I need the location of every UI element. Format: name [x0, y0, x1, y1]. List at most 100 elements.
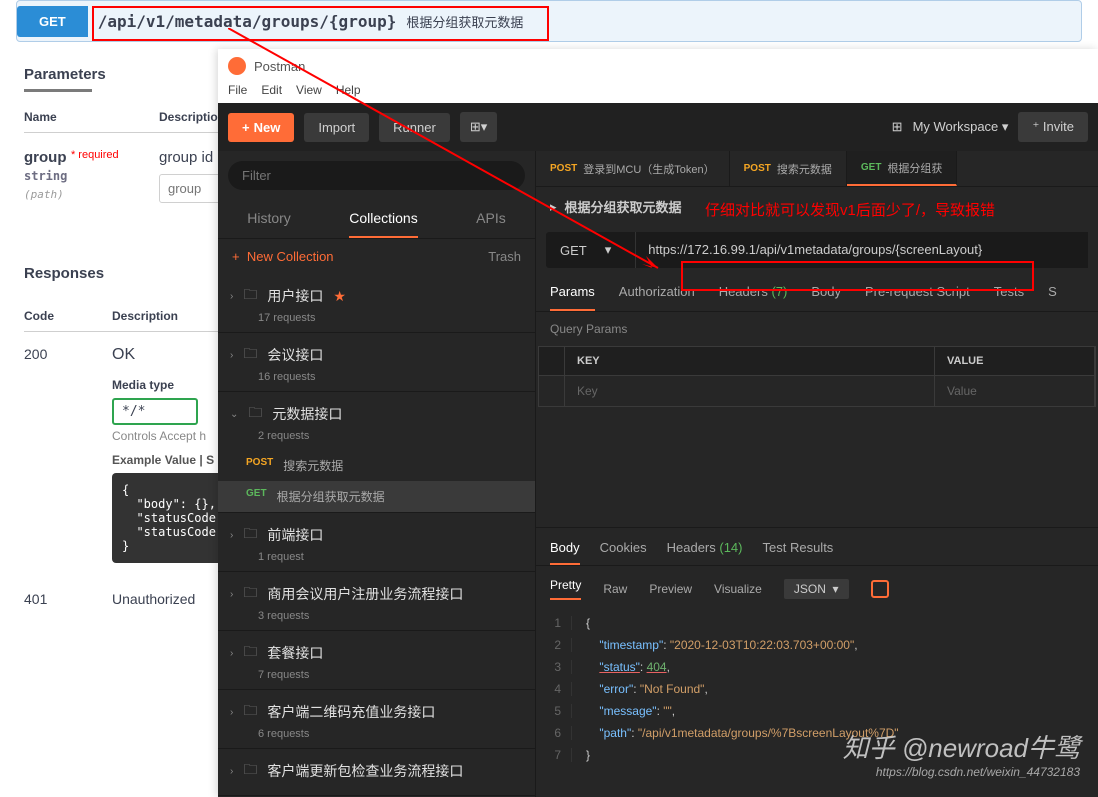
new-collection-button[interactable]: + New Collection — [232, 249, 334, 264]
request-name: 根据分组获取元数据 — [277, 488, 385, 505]
folder-icon: 🗀 — [243, 641, 257, 665]
folder-icon: 🗀 — [243, 523, 257, 547]
request-tab[interactable]: POST搜索元数据 — [730, 151, 847, 186]
resp-tab-tests[interactable]: Test Results — [763, 540, 834, 565]
visualize-button[interactable]: Visualize — [714, 582, 762, 596]
request-tabs: POST 登录到MCU（生成Token） POST搜索元数据GET根据分组获 — [536, 151, 1098, 187]
request-title: 根据分组获取元数据 — [565, 197, 682, 216]
new-button[interactable]: +New — [228, 113, 294, 142]
response-desc: Unauthorized — [112, 591, 195, 607]
grid-icon[interactable]: ⊞ — [892, 119, 903, 135]
tab-label: 搜索元数据 — [777, 161, 832, 177]
capture-button[interactable]: ⊞▾ — [460, 112, 497, 142]
folder-icon: 🗀 — [243, 582, 257, 606]
collection-name: 套餐接口 — [267, 643, 323, 663]
query-params-label: Query Params — [536, 312, 1098, 346]
collection-name: 前端接口 — [267, 525, 323, 545]
collection-name: 商用会议用户注册业务流程接口 — [267, 584, 463, 604]
wrap-icon[interactable] — [871, 580, 889, 598]
http-method-badge: GET — [17, 6, 88, 37]
window-title: Postman — [254, 59, 305, 74]
response-code-401: 401 — [24, 591, 112, 607]
collection-count: 17 requests — [258, 312, 535, 332]
subtab-settings[interactable]: S — [1048, 284, 1057, 311]
workspace-dropdown[interactable]: My Workspace ▾ — [913, 119, 1009, 135]
collection-count: 3 requests — [258, 610, 535, 630]
filter-input[interactable] — [228, 161, 525, 190]
param-type: string — [24, 169, 67, 183]
method-dropdown[interactable]: GET▾ — [546, 232, 635, 268]
collection-count: 2 requests — [258, 430, 535, 450]
collection-count: 1 request — [258, 551, 535, 571]
chevron-icon: › — [230, 648, 233, 659]
example-code: { "body": {}, "statusCode "statusCode } — [112, 473, 222, 563]
annotation-box-postman-url — [681, 261, 1034, 291]
[interactable]: File — [228, 83, 247, 103]
invite-button[interactable]: ⁺ Invite — [1018, 112, 1088, 142]
folder-icon: 🗀 — [243, 759, 257, 783]
trash-link[interactable]: Trash — [488, 249, 521, 264]
value-input[interactable]: Value — [935, 375, 1095, 406]
method-label: GET — [246, 488, 267, 505]
tab-collections[interactable]: Collections — [349, 200, 417, 238]
annotation-text: 仔细对比就可以发现v1后面少了/，导致报错 — [705, 200, 995, 223]
param-in: (path) — [24, 188, 64, 201]
runner-button[interactable]: Runner — [379, 113, 450, 142]
tab-history[interactable]: History — [247, 200, 291, 238]
folder-icon: 🗀 — [248, 402, 262, 426]
chevron-icon: › — [230, 530, 233, 541]
response-desc: OK — [112, 346, 222, 364]
media-hint: Controls Accept h — [112, 429, 222, 443]
preview-button[interactable]: Preview — [649, 582, 692, 596]
example-tabs[interactable]: Example Value | S — [112, 453, 222, 467]
request-name: 搜索元数据 — [283, 457, 343, 474]
tab-label: 根据分组获 — [887, 160, 942, 176]
response-code-200: 200 — [24, 346, 112, 563]
pretty-button[interactable]: Pretty — [550, 578, 581, 600]
chevron-icon: › — [230, 766, 233, 777]
resp-tab-body[interactable]: Body — [550, 540, 580, 565]
request-item[interactable]: GET 根据分组获取元数据 — [218, 481, 535, 512]
collection-name: 元数据接口 — [272, 404, 342, 424]
watermark: 知乎 @newroad牛鹭 https://blog.csdn.net/weix… — [843, 728, 1080, 779]
key-input[interactable]: Key — [565, 375, 935, 406]
code-line: 3 "status": 404, — [536, 656, 1098, 678]
menubar: File Edit View Help — [218, 83, 1098, 103]
collection-count — [258, 787, 535, 795]
request-item[interactable]: POST 搜索元数据 — [218, 450, 535, 481]
col-name: Name — [24, 110, 159, 124]
code-line: 2 "timestamp": "2020-12-03T10:22:03.703+… — [536, 634, 1098, 656]
collection-name: 用户接口 — [267, 286, 323, 306]
star-icon: ★ — [333, 288, 346, 305]
col-code: Code — [24, 309, 112, 323]
query-params-table: KEYVALUE KeyValue — [538, 346, 1096, 407]
request-tab[interactable]: GET根据分组获 — [847, 151, 958, 186]
code-line: 4 "error": "Not Found", — [536, 678, 1098, 700]
collection-count: 6 requests — [258, 728, 535, 748]
folder-icon: 🗀 — [243, 700, 257, 724]
resp-tab-cookies[interactable]: Cookies — [600, 540, 647, 565]
media-type-select[interactable]: */* — [112, 398, 198, 425]
tab-label: 登录到MCU（生成Token） — [583, 161, 714, 177]
collection-name: 客户端二维码充值业务接口 — [267, 702, 435, 722]
code-line: 5 "message": "", — [536, 700, 1098, 722]
chevron-icon: › — [230, 291, 233, 302]
raw-button[interactable]: Raw — [603, 582, 627, 596]
request-tab[interactable]: POST 登录到MCU（生成Token） — [536, 151, 730, 186]
collection-name: 客户端更新包检查业务流程接口 — [267, 761, 463, 781]
format-dropdown[interactable]: JSON ▾ — [784, 579, 849, 599]
method-label: POST — [246, 457, 273, 474]
folder-icon: 🗀 — [243, 284, 257, 308]
toolbar: +New Import Runner ⊞▾ ⊞ My Workspace ▾ ⁺… — [218, 103, 1098, 151]
collapse-icon[interactable]: ▸ — [550, 199, 557, 215]
method-label: POST — [550, 163, 577, 174]
resp-tab-headers[interactable]: Headers (14) — [667, 540, 743, 565]
subtab-params[interactable]: Params — [550, 284, 595, 311]
chevron-icon: › — [230, 350, 233, 361]
collection-name: 会议接口 — [267, 345, 323, 365]
param-name: group — [24, 149, 67, 166]
tab-apis[interactable]: APIs — [476, 200, 506, 238]
import-button[interactable]: Import — [304, 113, 369, 142]
collection-count: 7 requests — [258, 669, 535, 689]
postman-logo-icon — [228, 57, 246, 75]
